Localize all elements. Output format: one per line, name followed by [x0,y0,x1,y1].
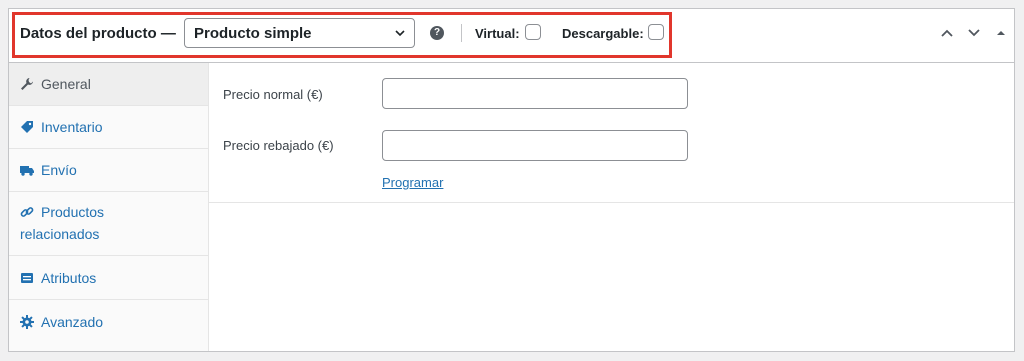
tab-avanzado[interactable]: Avanzado [9,300,208,344]
chevron-down-icon [395,30,405,37]
chevron-down-icon[interactable] [967,27,981,39]
regular-price-label: Precio normal (€) [223,87,323,102]
tag-icon [21,121,33,133]
tab-label: Productos [41,204,105,220]
schedule-link[interactable]: Programar [382,175,443,190]
tab-label: Envío [41,162,77,178]
help-icon[interactable]: ? [430,26,444,40]
downloadable-label: Descargable: [562,26,644,41]
regular-price-input[interactable] [382,78,688,109]
sale-price-label: Precio rebajado (€) [223,138,334,153]
product-data-panel: Datos del producto — Producto simple ? V… [8,8,1015,352]
wrench-icon [21,78,33,90]
list-icon [21,273,33,283]
product-type-select[interactable]: Producto simple [184,18,415,48]
link-icon [20,207,34,217]
tab-label: Atributos [41,270,97,286]
virtual-label: Virtual: [475,26,520,41]
tab-envio[interactable]: Envío [9,149,208,192]
tab-label: Avanzado [41,314,104,330]
panel-title: Datos del producto — [20,25,176,42]
truck-icon [20,166,34,176]
tab-label: Inventario [41,119,103,135]
virtual-checkbox[interactable] [525,24,541,40]
tab-label: General [41,76,91,92]
tab-atributos[interactable]: Atributos [9,256,208,300]
downloadable-checkbox[interactable] [648,24,664,40]
general-options-panel: Precio normal (€) Precio rebajado (€) Pr… [209,63,1014,203]
triangle-up-icon[interactable] [994,27,1008,39]
panel-header: Datos del producto — Producto simple ? V… [9,9,1014,63]
tab-productos-relacionados[interactable]: Productos relacionados [9,192,208,256]
gear-icon [20,315,34,329]
product-data-tabs: General Inventario Envío Productos relac… [9,63,209,351]
tab-inventario[interactable]: Inventario [9,106,208,149]
separator [461,24,462,42]
tab-general[interactable]: General [9,63,208,106]
tab-label-line2: relacionados [20,226,100,242]
sale-price-input[interactable] [382,130,688,161]
chevron-up-icon[interactable] [940,27,954,39]
product-type-value: Producto simple [194,25,312,42]
